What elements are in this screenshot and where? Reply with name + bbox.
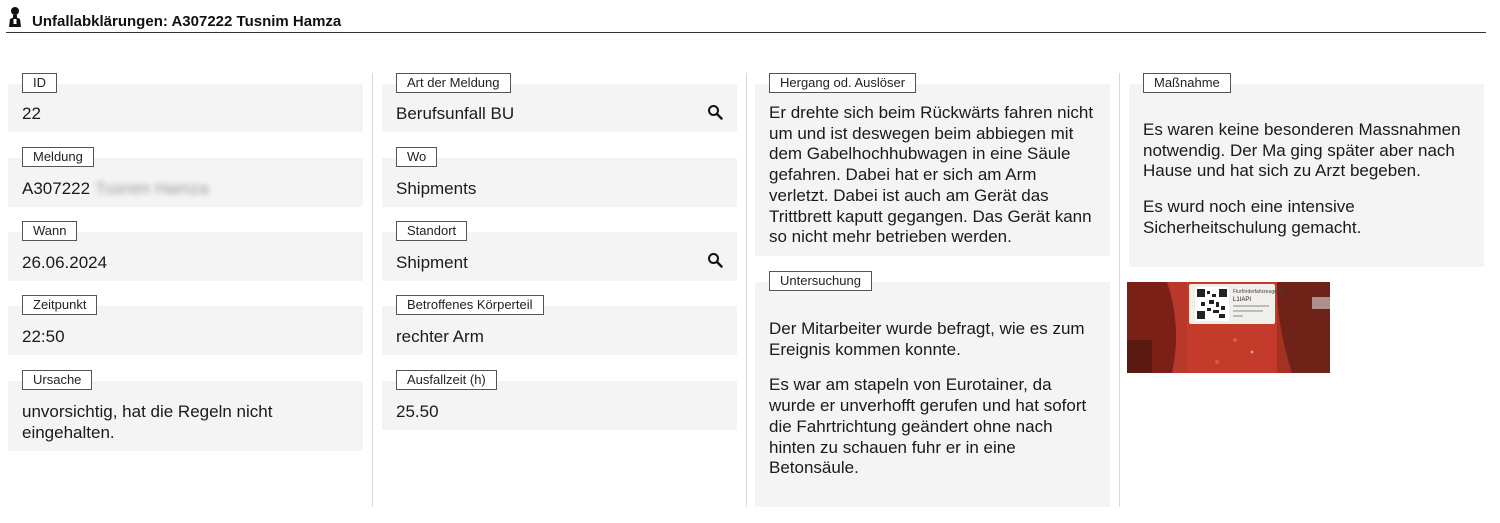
ausfallzeit-value: 25.50 xyxy=(396,402,439,421)
untersuchung-paragraph: Es war am stapeln von Eurotainer, da wur… xyxy=(769,375,1087,478)
wo-field[interactable]: Wo Shipments xyxy=(382,147,737,207)
meldung-number: A307222 xyxy=(22,179,91,198)
hergang-line: so nicht mehr betrieben werden. xyxy=(769,227,1012,247)
standort-label: Standort xyxy=(396,221,468,241)
art-der-meldung-label: Art der Meldung xyxy=(396,73,511,93)
accident-photo[interactable]: Flurförderfahrzeuge BU L1IAPI xyxy=(1127,282,1330,373)
person-icon xyxy=(9,7,21,27)
meldung-field[interactable]: Meldung A307222 Tusnim Hamza xyxy=(8,147,363,207)
page-title: Unfallabklärungen: A307222 Tusnim Hamza xyxy=(32,13,342,30)
wo-value: Shipments xyxy=(396,179,477,198)
search-icon[interactable] xyxy=(707,252,723,268)
hergang-line: gefahren. Dabei hat er sich am Arm xyxy=(769,165,1037,185)
meldung-value: A307222 Tusnim Hamza xyxy=(22,178,209,199)
ursache-field[interactable]: Ursache unvorsichtig, hat die Regeln nic… xyxy=(8,370,363,451)
ursache-line-1: unvorsichtig, hat die Regeln nicht xyxy=(22,402,273,421)
hergang-text: Er drehte sich beim Rückwärts fahren nic… xyxy=(769,103,1093,248)
massnahme-text: Es waren keine besonderen Massnahmen not… xyxy=(1143,120,1461,254)
column-divider xyxy=(746,73,747,507)
wann-label: Wann xyxy=(22,221,78,241)
id-value: 22 xyxy=(22,104,41,123)
wann-field[interactable]: Wann 26.06.2024 xyxy=(8,221,363,281)
page-header: Unfallabklärungen: A307222 Tusnim Hamza xyxy=(6,6,1486,33)
hergang-label: Hergang od. Auslöser xyxy=(769,73,917,93)
column-divider xyxy=(1119,73,1120,507)
massnahme-paragraph: Es waren keine besonderen Massnahmen not… xyxy=(1143,120,1461,181)
wo-label: Wo xyxy=(396,147,438,167)
column-divider xyxy=(372,73,373,507)
ursache-value: unvorsichtig, hat die Regeln nicht einge… xyxy=(22,401,272,443)
untersuchung-label: Untersuchung xyxy=(769,271,872,291)
ausfallzeit-field[interactable]: Ausfallzeit (h) 25.50 xyxy=(382,370,737,430)
hergang-line: Er drehte sich beim Rückwärts fahren nic… xyxy=(769,103,1094,122)
massnahme-field[interactable]: Maßnahme Es waren keine besonderen Massn… xyxy=(1129,73,1484,267)
zeitpunkt-value: 22:50 xyxy=(22,327,65,346)
ursache-label: Ursache xyxy=(22,370,93,390)
hergang-line: verletzt. Dabei ist auch am Gerät das xyxy=(769,185,1049,205)
search-icon[interactable] xyxy=(707,104,723,120)
standort-value: Shipment xyxy=(396,253,468,272)
wann-value: 26.06.2024 xyxy=(22,253,108,272)
hergang-field[interactable]: Hergang od. Auslöser Er drehte sich beim… xyxy=(755,73,1110,256)
meldung-label: Meldung xyxy=(22,147,94,167)
koerperteil-value: rechter Arm xyxy=(396,327,484,346)
untersuchung-text: Der Mitarbeiter wurde befragt, wie es zu… xyxy=(769,319,1086,494)
massnahme-paragraph: Es wurd noch eine intensive Sicherheitsc… xyxy=(1143,197,1362,237)
hergang-line: Trittbrett kaputt gegangen. Das Gerät ka… xyxy=(769,206,1092,226)
ursache-line-2: eingehalten. xyxy=(22,423,115,442)
sticker-title: Flurförderfahrzeuge BU xyxy=(1233,289,1286,295)
id-label: ID xyxy=(22,73,57,93)
sticker-code: L1IAPI xyxy=(1233,297,1251,303)
untersuchung-paragraph: Der Mitarbeiter wurde befragt, wie es zu… xyxy=(769,319,1085,359)
koerperteil-label: Betroffenes Körperteil xyxy=(396,295,544,315)
meldung-name-blurred: Tusnim Hamza xyxy=(95,179,209,198)
zeitpunkt-field[interactable]: Zeitpunkt 22:50 xyxy=(8,295,363,355)
ausfallzeit-label: Ausfallzeit (h) xyxy=(396,370,497,390)
zeitpunkt-label: Zeitpunkt xyxy=(22,295,98,315)
standort-field[interactable]: Standort Shipment xyxy=(382,221,737,281)
hergang-line: dem Gabelhochhubwagen in eine Säule xyxy=(769,144,1071,164)
art-der-meldung-field[interactable]: Art der Meldung Berufsunfall BU xyxy=(382,73,737,132)
koerperteil-field[interactable]: Betroffenes Körperteil rechter Arm xyxy=(382,295,737,355)
massnahme-label: Maßnahme xyxy=(1143,73,1231,93)
art-der-meldung-value: Berufsunfall BU xyxy=(396,104,515,123)
untersuchung-field[interactable]: Untersuchung Der Mitarbeiter wurde befra… xyxy=(755,271,1110,507)
hergang-line: um und ist deswegen beim abbiegen mit xyxy=(769,123,1074,143)
id-field[interactable]: ID 22 xyxy=(8,73,363,132)
